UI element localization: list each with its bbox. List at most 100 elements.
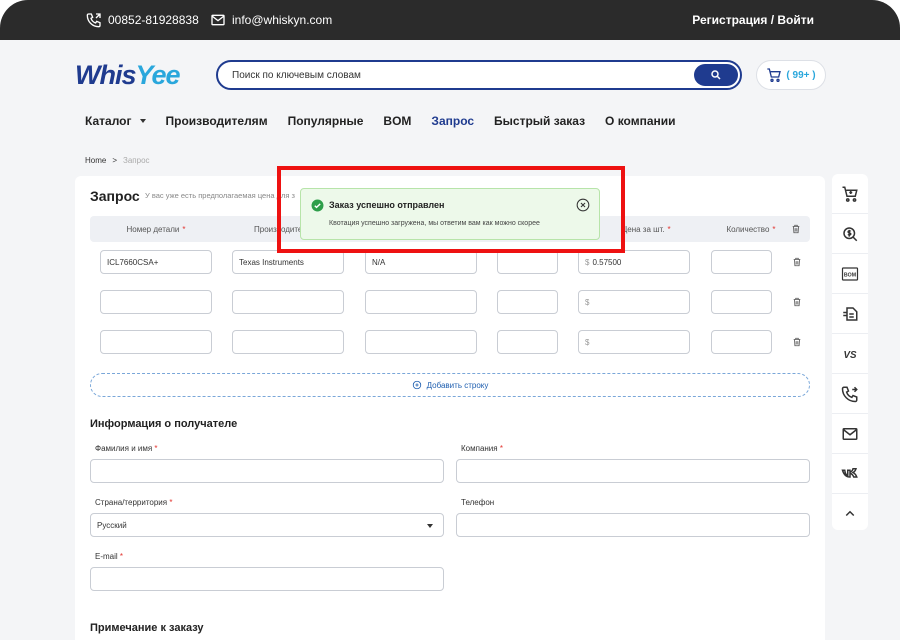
package-input[interactable] [365, 290, 477, 314]
search-bar [216, 60, 742, 90]
part-number-input[interactable] [100, 290, 212, 314]
package-input[interactable] [365, 330, 477, 354]
date-input[interactable] [497, 250, 558, 274]
email-field[interactable] [90, 567, 444, 591]
country-select[interactable]: Русский [90, 513, 444, 537]
vk-icon [841, 467, 858, 478]
price-input[interactable]: $ [578, 290, 690, 314]
required-mark: * [667, 224, 671, 234]
date-input[interactable] [497, 290, 558, 314]
logo[interactable]: Whis Yee [75, 60, 205, 90]
email-label-text: E-mail [95, 552, 118, 561]
logo-left: Whis [75, 59, 136, 90]
price-value: 0.57500 [592, 257, 622, 267]
vs-icon: VS [843, 349, 857, 360]
delete-row-icon[interactable] [792, 257, 802, 267]
search-input[interactable] [232, 69, 694, 81]
phone-label: Телефон [461, 498, 495, 507]
currency-symbol: $ [585, 297, 590, 307]
nav-item-request[interactable]: Запрос [431, 114, 474, 128]
logo-right: Yee [135, 59, 181, 90]
search-button[interactable] [694, 64, 738, 86]
caret-down-icon [139, 119, 146, 123]
recipient-section-title: Информация о получателе [90, 418, 238, 430]
name-label: Фамилия и имя * [95, 444, 158, 453]
phone-field[interactable] [456, 513, 810, 537]
nav-item-quick-order[interactable]: Быстрый заказ [494, 114, 585, 128]
nav-label: О компании [605, 114, 676, 128]
quantity-input[interactable] [711, 250, 772, 274]
side-cart-button[interactable] [832, 174, 868, 214]
manufacturer-input[interactable] [232, 290, 344, 314]
nav-label: BOM [383, 114, 412, 128]
table-row: $ [90, 330, 810, 356]
dollar-search-icon [843, 226, 858, 241]
cart-button[interactable]: ( 99+ ) [756, 60, 826, 90]
side-vk-button[interactable] [832, 454, 868, 494]
required-mark: * [154, 444, 158, 453]
country-label: Страна/территория * [95, 498, 172, 507]
quantity-input[interactable] [711, 290, 772, 314]
nav-label: Производителям [165, 114, 268, 128]
add-row-button[interactable]: Добавить строку [90, 373, 810, 397]
side-price-search-button[interactable] [832, 214, 868, 254]
required-mark: * [772, 224, 776, 234]
manufacturer-input[interactable] [232, 330, 344, 354]
header-price-label: Цена за шт. [621, 224, 665, 234]
svg-text:BOM: BOM [844, 272, 857, 278]
register-login-link[interactable]: Регистрация / Войти [692, 0, 814, 40]
add-row-label: Добавить строку [426, 380, 489, 390]
side-bom-button[interactable]: BOM [832, 254, 868, 294]
scroll-top-button[interactable] [832, 494, 868, 534]
price-input[interactable]: $0.57500 [578, 250, 690, 274]
phone-icon [86, 13, 101, 28]
price-input[interactable]: $ [578, 330, 690, 354]
part-number-input[interactable] [100, 330, 212, 354]
page-subtitle: У вас уже есть предполагаемая цена для з [145, 191, 295, 200]
main-nav: Каталог Производителям Популярные BOM За… [85, 112, 676, 130]
date-input[interactable] [497, 330, 558, 354]
breadcrumb-home[interactable]: Home [85, 156, 106, 165]
quantity-input[interactable] [711, 330, 772, 354]
header-qty: Количество * [710, 216, 792, 242]
manufacturer-input[interactable]: Texas Instruments [232, 250, 344, 274]
side-compare-button[interactable]: VS [832, 334, 868, 374]
delete-row-icon[interactable] [792, 337, 802, 347]
package-input[interactable]: N/A [365, 250, 477, 274]
nav-item-about[interactable]: О компании [605, 114, 676, 128]
table-row: ICL7660CSA+ Texas Instruments N/A $0.575… [90, 250, 810, 276]
trash-icon [792, 224, 800, 234]
currency-symbol: $ [585, 337, 590, 347]
side-mail-button[interactable] [832, 414, 868, 454]
cart-icon [767, 68, 782, 82]
mail-icon [842, 427, 858, 440]
email-address: info@whiskyn.com [232, 13, 333, 27]
cart-count: ( 99+ ) [786, 69, 816, 81]
nav-item-catalog[interactable]: Каталог [85, 114, 146, 128]
nav-item-bom[interactable]: BOM [383, 114, 411, 128]
breadcrumb-separator: > [112, 156, 118, 165]
quick-order-icon [843, 306, 858, 321]
part-number-input[interactable]: ICL7660CSA+ [100, 250, 212, 274]
side-toolbar: BOM VS [832, 174, 868, 530]
nav-item-manufacturers[interactable]: Производителям [166, 114, 268, 128]
chevron-up-icon [845, 510, 855, 517]
company-field[interactable] [456, 459, 810, 483]
name-label-text: Фамилия и имя [95, 444, 153, 453]
header: WhisYee ( 99+ ) Каталог Производителям П… [0, 40, 900, 144]
side-call-button[interactable] [832, 374, 868, 414]
side-quick-order-button[interactable] [832, 294, 868, 334]
name-field[interactable] [90, 459, 444, 483]
country-value: Русский [97, 520, 127, 530]
header-part-label: Номер детали [126, 224, 180, 234]
phone-contact[interactable]: 00852-81928838 [86, 0, 199, 40]
required-mark: * [169, 498, 173, 507]
breadcrumb-current: Запрос [123, 156, 150, 165]
company-label-text: Компания [461, 444, 498, 453]
delete-row-icon[interactable] [792, 297, 802, 307]
nav-item-popular[interactable]: Популярные [288, 114, 364, 128]
nav-label: Популярные [287, 114, 364, 128]
required-mark: * [182, 224, 186, 234]
email-contact[interactable]: info@whiskyn.com [210, 0, 332, 40]
plus-circle-icon [412, 380, 421, 390]
